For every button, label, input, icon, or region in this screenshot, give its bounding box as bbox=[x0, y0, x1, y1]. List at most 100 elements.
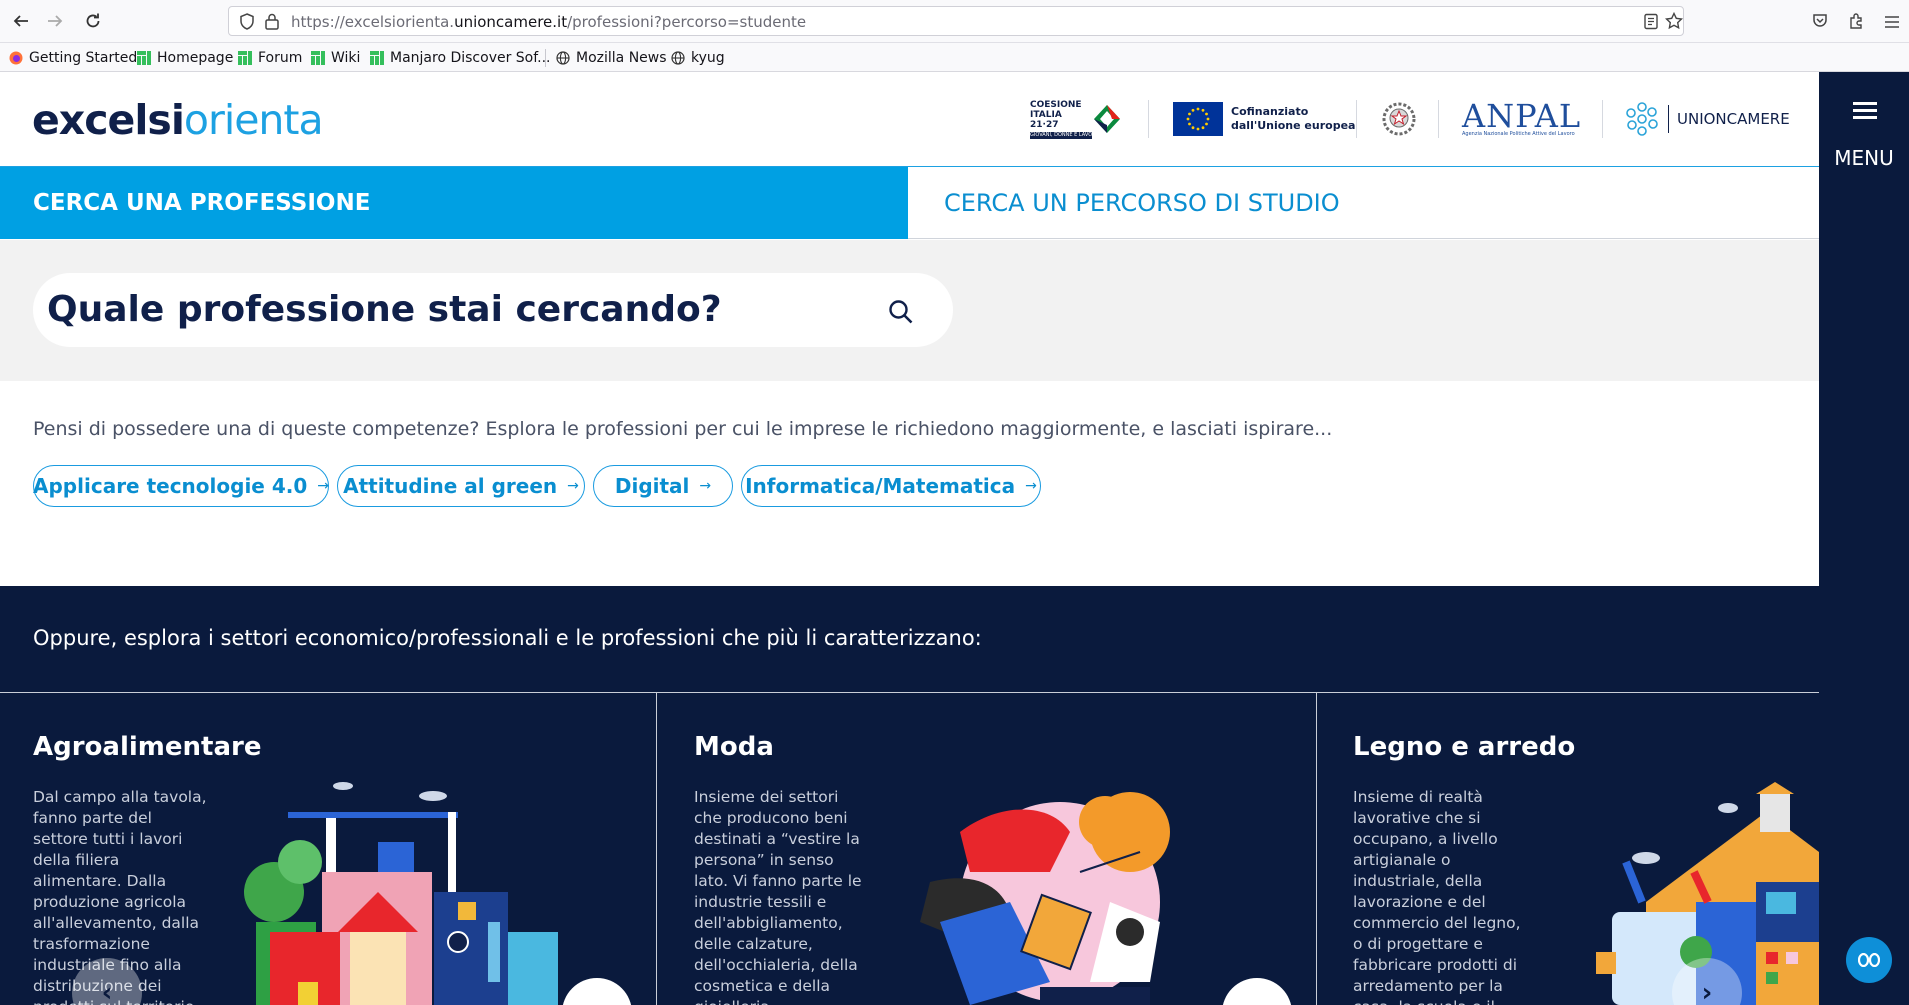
extensions-icon[interactable] bbox=[1848, 12, 1865, 33]
firefox-icon bbox=[9, 51, 23, 65]
bookmark-mozilla-news[interactable]: Mozilla News bbox=[556, 49, 667, 67]
coesione-mark-icon bbox=[1094, 105, 1120, 133]
unioncamere-mark-icon bbox=[1626, 102, 1658, 136]
bookmark-kyug[interactable]: kyug bbox=[671, 49, 725, 67]
chip-label: Attitudine al green bbox=[343, 474, 558, 498]
reader-view-icon[interactable] bbox=[1643, 13, 1659, 34]
logo-part-orienta: orienta bbox=[183, 96, 324, 144]
menu-panel[interactable]: MENU bbox=[1819, 72, 1909, 1005]
url-text[interactable]: https://excelsiorienta.unioncamere.it/pr… bbox=[291, 13, 806, 31]
tab-cerca-professione[interactable]: CERCA UNA PROFESSIONE bbox=[0, 167, 908, 239]
manjaro-icon bbox=[370, 51, 384, 65]
shield-icon[interactable] bbox=[239, 13, 255, 34]
bookmark-label: Wiki bbox=[331, 50, 361, 66]
bookmarks-bar: Getting Started Homepage Forum Wiki Manj… bbox=[0, 43, 1909, 72]
coesione-line1: COESIONE bbox=[1030, 99, 1082, 110]
partner-separator bbox=[1356, 100, 1357, 138]
bookmark-wiki[interactable]: Wiki bbox=[311, 49, 360, 67]
chip-label: Applicare tecnologie 4.0 bbox=[33, 474, 308, 498]
forward-icon[interactable] bbox=[42, 8, 68, 34]
carousel-next-button[interactable]: › bbox=[1222, 978, 1292, 1005]
column-divider bbox=[656, 693, 657, 1005]
manjaro-icon bbox=[238, 51, 252, 65]
bookmark-label: Mozilla News bbox=[576, 50, 667, 66]
bookmark-label: Homepage bbox=[157, 50, 234, 66]
sector-desc-legno-arredo: Insieme di realtà lavorative che si occu… bbox=[1353, 788, 1521, 1005]
globe-icon bbox=[556, 51, 570, 65]
bookmark-label: Manjaro Discover Sof... bbox=[390, 50, 551, 66]
site-header: excelsiorienta COESIONE ITALIA 21·27 GIO… bbox=[0, 72, 1819, 168]
arrow-right-icon: → bbox=[317, 478, 329, 494]
sector-title-legno-arredo[interactable]: Legno e arredo bbox=[1353, 732, 1575, 762]
chip-informatica-matematica[interactable]: Informatica/Matematica → bbox=[741, 465, 1041, 507]
coesione-italia-logo: COESIONE ITALIA 21·27 GIOVANI, DONNE E L… bbox=[1030, 98, 1122, 140]
eu-cofinanced-logo: Cofinanziato dall'Unione europea bbox=[1173, 98, 1355, 140]
browser-toolbar: https://excelsiorienta.unioncamere.it/pr… bbox=[0, 0, 1909, 43]
eu-flag-icon bbox=[1173, 102, 1223, 136]
partner-separator bbox=[1148, 100, 1149, 138]
bookmark-label: kyug bbox=[691, 50, 725, 66]
skills-intro: Pensi di possedere una di queste compete… bbox=[33, 418, 1333, 440]
lock-icon[interactable] bbox=[265, 13, 279, 34]
search-icon[interactable] bbox=[887, 298, 915, 326]
unioncamere-text: UNIONCAMERE bbox=[1677, 110, 1790, 128]
sector-title-agroalimentare[interactable]: Agroalimentare bbox=[33, 732, 261, 762]
anpal-subtitle: Agenzia Nazionale Politiche Attive del L… bbox=[1462, 131, 1575, 137]
manjaro-icon bbox=[137, 51, 151, 65]
chat-icon bbox=[1858, 953, 1880, 967]
profession-search-input[interactable]: Quale professione stai cercando? bbox=[33, 273, 953, 347]
url-prefix: https://excelsiorienta. bbox=[291, 13, 455, 31]
carousel-next-button[interactable]: › bbox=[562, 978, 632, 1005]
bookmark-separator bbox=[545, 49, 546, 67]
bookmark-forum[interactable]: Forum bbox=[238, 49, 302, 67]
republic-emblem-icon bbox=[1382, 102, 1416, 136]
chip-attitudine-green[interactable]: Attitudine al green → bbox=[337, 465, 585, 507]
arrow-right-icon: → bbox=[1025, 478, 1037, 494]
search-section: Quale professione stai cercando? bbox=[0, 240, 1819, 381]
chip-digital[interactable]: Digital → bbox=[593, 465, 733, 507]
sectors-divider bbox=[0, 692, 1819, 693]
bookmark-label: Forum bbox=[258, 50, 303, 66]
logo-part-excelsi: excelsi bbox=[32, 96, 185, 144]
sector-desc-moda: Insieme dei settori che producono beni d… bbox=[694, 788, 862, 1005]
chip-label: Informatica/Matematica bbox=[745, 474, 1016, 498]
coesione-line3: GIOVANI, DONNE E LAVORO bbox=[1030, 131, 1092, 139]
back-icon[interactable] bbox=[8, 8, 34, 34]
anpal-logo: ANPAL Agenzia Nazionale Politiche Attive… bbox=[1462, 98, 1581, 140]
chat-assistant-button[interactable] bbox=[1846, 937, 1892, 983]
url-domain: unioncamere.it bbox=[454, 13, 568, 31]
bookmark-star-icon[interactable] bbox=[1664, 11, 1684, 34]
eu-line1: Cofinanziato bbox=[1231, 105, 1309, 118]
arrow-right-icon: → bbox=[699, 478, 712, 494]
url-bar[interactable]: https://excelsiorienta.unioncamere.it/pr… bbox=[228, 6, 1684, 36]
app-menu-icon[interactable] bbox=[1884, 14, 1900, 33]
unioncamere-logo: UNIONCAMERE bbox=[1624, 98, 1790, 140]
chip-label: Digital bbox=[614, 474, 690, 498]
reload-icon[interactable] bbox=[80, 8, 106, 34]
manjaro-icon bbox=[311, 51, 325, 65]
partner-separator bbox=[1438, 100, 1439, 138]
column-divider bbox=[1316, 693, 1317, 1005]
hamburger-menu-icon[interactable] bbox=[1853, 102, 1877, 120]
bookmark-label: Getting Started bbox=[29, 50, 138, 66]
sectors-intro: Oppure, esplora i settori economico/prof… bbox=[33, 626, 982, 650]
menu-label[interactable]: MENU bbox=[1819, 146, 1909, 170]
anpal-text: ANPAL bbox=[1462, 97, 1582, 135]
tab-label: CERCA UN PERCORSO DI STUDIO bbox=[944, 188, 1340, 217]
arrow-right-icon: → bbox=[567, 478, 579, 494]
chip-tecnologie-4-0[interactable]: Applicare tecnologie 4.0 → bbox=[33, 465, 329, 507]
tab-cerca-percorso-studio[interactable]: CERCA UN PERCORSO DI STUDIO bbox=[908, 167, 1819, 239]
url-path: /professioni?percorso=studente bbox=[567, 13, 807, 31]
tab-label: CERCA UNA PROFESSIONE bbox=[33, 190, 371, 216]
bookmark-getting-started[interactable]: Getting Started bbox=[9, 49, 137, 67]
bookmark-homepage[interactable]: Homepage bbox=[137, 49, 233, 67]
search-placeholder: Quale professione stai cercando? bbox=[47, 289, 722, 330]
partner-separator bbox=[1602, 100, 1603, 138]
excelsiorienta-logo[interactable]: excelsiorienta bbox=[32, 96, 324, 144]
sector-title-moda[interactable]: Moda bbox=[694, 732, 774, 762]
globe-icon bbox=[671, 51, 685, 65]
bookmark-manjaro-discover[interactable]: Manjaro Discover Sof... bbox=[370, 49, 551, 67]
italian-republic-emblem bbox=[1382, 98, 1416, 140]
agroalimentare-illustration bbox=[244, 782, 558, 1005]
pocket-icon[interactable] bbox=[1812, 13, 1828, 33]
